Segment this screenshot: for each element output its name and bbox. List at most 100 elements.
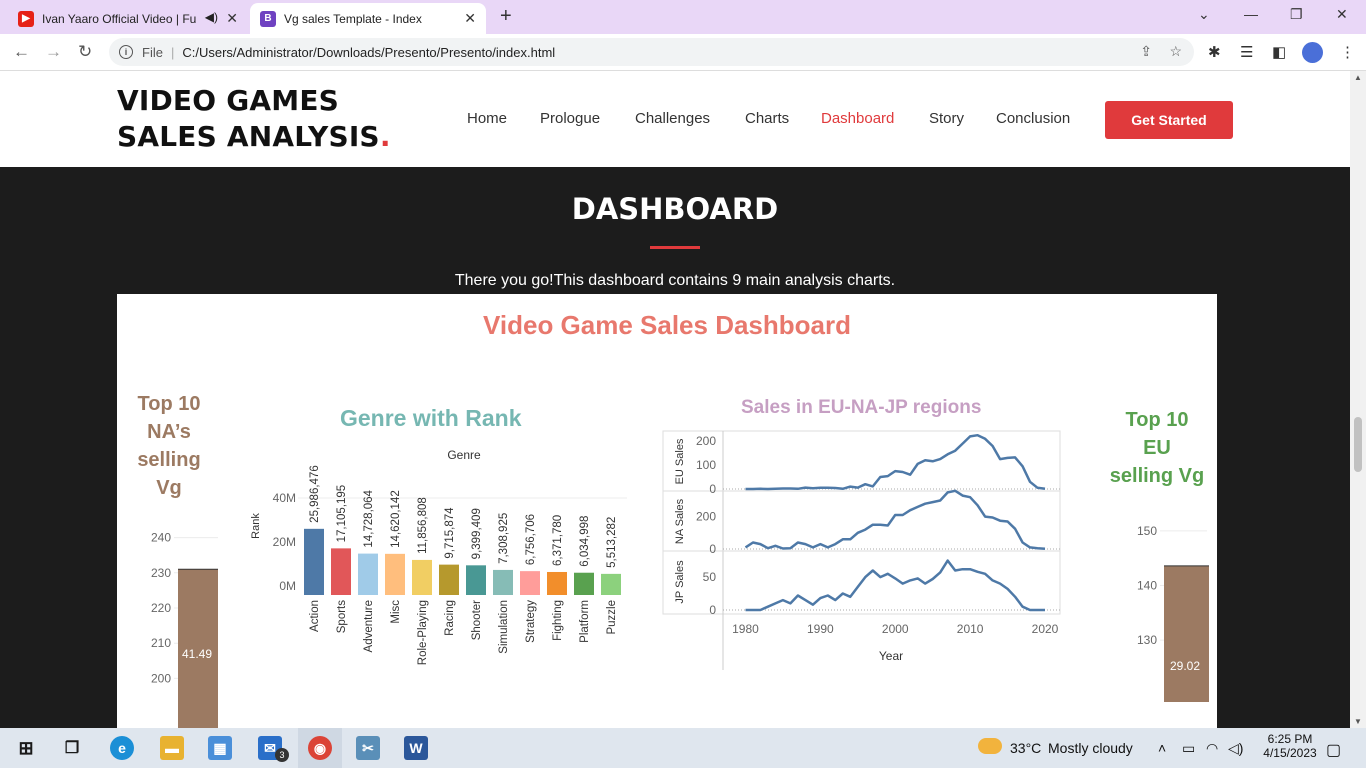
nav-prologue[interactable]: Prologue [540,110,600,127]
genre-category-label: Action [309,600,321,632]
snipping-tool-icon[interactable]: ✂ [356,736,380,760]
genre-category-label: Platform [579,600,591,643]
regions-x-tick-label: 2010 [957,622,984,636]
close-window-icon[interactable]: ✕ [1336,6,1348,23]
genre-value-label: 6,756,706 [525,514,537,565]
eu-top10-tick-label: 140 [1137,579,1157,593]
new-tab-button[interactable]: + [500,5,512,28]
bootstrap-icon: B [260,10,276,27]
na-top10-tick-label: 230 [151,566,171,580]
back-icon[interactable]: ← [13,42,30,62]
genre-value-label: 9,715,874 [444,507,456,559]
eu-top10-data-label: 29.02 [1170,659,1200,673]
edge-icon[interactable]: e [110,736,134,760]
scrollbar-thumb[interactable] [1354,417,1362,472]
genre-bar [466,565,486,595]
url-text[interactable]: C:/Users/Administrator/Downloads/Present… [182,45,555,60]
genre-value-label: 17,105,195 [336,485,348,543]
weather-desc[interactable]: Mostly cloudy [1048,740,1133,756]
media-control-icon[interactable]: ☰ [1240,43,1253,61]
site-logo[interactable]: VIDEO GAMES SALES ANALYSIS. [117,83,437,155]
tab-youtube[interactable]: ▶ Ivan Yaaro Official Video | Fu ◀) ✕ [8,3,248,34]
clock-date: 4/15/2023 [1263,746,1317,760]
regions-x-tick-label: 1980 [732,622,759,636]
regions-x-tick-label: 1990 [807,622,834,636]
wifi-icon[interactable]: ◠ [1206,740,1218,757]
nav-charts[interactable]: Charts [745,110,789,127]
volume-icon[interactable]: ◁) [1228,740,1243,757]
windows-taskbar: ⊞ ❐ e ▬ ▦ ✉ 3 ◉ ✂ W 33°C Mostly cloudy ˄… [0,728,1366,768]
genre-bar [331,548,351,595]
word-icon[interactable]: W [404,736,428,760]
nav-dashboard[interactable]: Dashboard [821,110,894,127]
regions-x-tick-label: 2000 [882,622,909,636]
nav-challenges[interactable]: Challenges [635,110,710,127]
mail-badge: 3 [275,748,289,762]
regions-tick-label: 0 [709,603,716,617]
na-top10-tick-label: 220 [151,601,171,615]
windows-start-icon[interactable]: ⊞ [14,736,38,760]
tab-title: Vg sales Template - Index [284,11,422,26]
regions-x-axis-label: Year [879,649,903,663]
nav-home[interactable]: Home [467,110,507,127]
dashboard-charts: 240 230 220 210 200 41.49 150 140 130 29.02 Genre R… [151,430,1209,728]
share-icon[interactable]: ⇪ [1140,43,1152,60]
tab-vg-sales[interactable]: B Vg sales Template - Index ✕ [250,3,486,34]
genre-bar [439,564,459,595]
regions-tick-label: 200 [696,510,716,524]
genre-category-label: Misc [390,600,402,624]
web-page: VIDEO GAMES SALES ANALYSIS. Home Prologu… [0,71,1350,728]
info-icon[interactable]: i [119,45,133,59]
regions-series-label: NA Sales [674,498,686,544]
weather-icon[interactable] [978,738,1002,754]
get-started-button[interactable]: Get Started [1105,101,1233,139]
close-tab-icon[interactable]: ✕ [464,10,476,27]
menu-icon[interactable]: ⋮ [1340,43,1355,61]
genre-value-label: 14,620,142 [390,490,402,548]
weather-temp[interactable]: 33°C [1010,740,1041,756]
show-hidden-icons[interactable]: ˄ [1158,740,1166,756]
genre-value-label: 7,308,925 [498,513,510,564]
file-explorer-icon[interactable]: ▬ [160,736,184,760]
genre-bar [601,573,621,595]
forward-icon[interactable]: → [45,42,62,62]
regions-tick-label: 200 [696,434,716,448]
restore-icon[interactable]: ❐ [1290,6,1303,23]
genre-category-label: Strategy [525,600,537,643]
genre-value-label: 25,986,476 [309,465,321,523]
minimize-icon[interactable]: — [1244,6,1258,22]
speaker-icon[interactable]: ◀) [205,10,218,24]
tab-search-icon[interactable]: ⌄ [1198,6,1210,23]
separator: | [170,44,175,60]
eu-top10-tick-label: 130 [1137,633,1157,647]
reload-icon[interactable]: ↻ [78,42,92,62]
genre-bar [412,559,432,595]
store-icon[interactable]: ▦ [208,736,232,760]
clock[interactable]: 6:25 PM 4/15/2023 [1262,732,1318,760]
genre-tick-label: 20M [273,535,296,549]
genre-bar [304,528,324,595]
genre-value-label: 11,856,808 [417,497,429,554]
genre-value-label: 6,034,998 [579,516,591,567]
youtube-icon: ▶ [18,10,34,27]
clock-time: 6:25 PM [1267,732,1313,746]
profile-avatar[interactable] [1302,42,1323,63]
battery-icon[interactable]: ▭ [1182,740,1195,757]
na-top10-data-label: 41.49 [182,647,212,661]
genre-value-label: 9,399,409 [471,508,483,559]
chrome-icon[interactable]: ◉ [308,736,332,760]
regions-tick-label: 100 [696,458,716,472]
page-scrollbar[interactable]: ▲ ▼ [1350,71,1366,728]
extensions-icon[interactable]: ✱ [1208,43,1221,61]
close-tab-icon[interactable]: ✕ [226,10,238,27]
dashboard-panel: Video Game Sales Dashboard Top 10 NA’s s… [117,294,1217,728]
nav-conclusion[interactable]: Conclusion [996,110,1070,127]
task-view-icon[interactable]: ❐ [60,736,84,760]
nav-story[interactable]: Story [929,110,964,127]
genre-value-label: 5,513,282 [606,517,618,568]
notifications-icon[interactable]: ▢ [1326,740,1341,760]
side-panel-icon[interactable]: ◧ [1272,43,1286,61]
address-bar[interactable]: i File | C:/Users/Administrator/Download… [109,38,1194,66]
bookmark-star-icon[interactable]: ☆ [1169,43,1182,60]
tab-title: Ivan Yaaro Official Video | Fu [42,11,197,26]
